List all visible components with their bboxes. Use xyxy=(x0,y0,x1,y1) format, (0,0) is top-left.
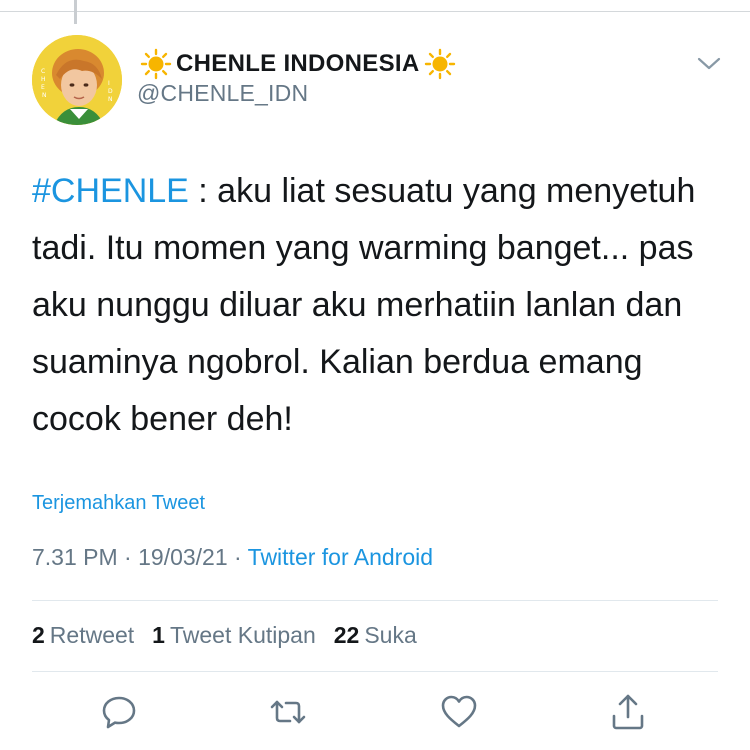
sun-icon xyxy=(424,48,455,80)
retweet-button[interactable] xyxy=(268,692,308,732)
share-icon xyxy=(612,694,644,730)
divider xyxy=(32,600,718,601)
meta-separator: · xyxy=(227,544,248,570)
divider xyxy=(32,671,718,672)
sun-icon xyxy=(140,48,172,80)
share-button[interactable] xyxy=(608,692,648,732)
avatar-image: C H E N I D N xyxy=(32,35,122,125)
retweets-count: 2 xyxy=(32,622,45,648)
likes-count: 22 xyxy=(333,622,360,648)
reply-button[interactable] xyxy=(99,692,139,732)
display-name-row[interactable]: CHENLE INDONESIA xyxy=(136,46,460,82)
display-name[interactable]: CHENLE INDONESIA xyxy=(176,50,420,78)
reply-icon xyxy=(102,696,136,729)
tweet-meta: 7.31 PM · 19/03/21 · Twitter for Android xyxy=(32,544,433,571)
quotes-stat[interactable]: 1 Tweet Kutipan xyxy=(152,622,316,649)
thread-connector-line xyxy=(74,0,77,24)
user-handle[interactable]: @CHENLE_IDN xyxy=(137,80,308,107)
meta-separator: · xyxy=(117,544,139,570)
hashtag-link[interactable]: #CHENLE xyxy=(32,172,189,210)
retweets-label: Retweet xyxy=(49,622,135,648)
svg-text:C: C xyxy=(41,68,45,75)
quotes-count: 1 xyxy=(152,622,165,648)
svg-text:N: N xyxy=(42,92,47,99)
like-button[interactable] xyxy=(439,692,479,732)
translate-tweet-link[interactable]: Terjemahkan Tweet xyxy=(32,492,205,515)
avatar[interactable]: C H E N I D N xyxy=(32,35,122,125)
tweet-date: 19/03/21 xyxy=(138,544,228,570)
chevron-down-icon[interactable] xyxy=(696,55,722,73)
top-divider xyxy=(0,11,750,12)
svg-text:D: D xyxy=(108,88,113,95)
likes-label: Suka xyxy=(364,622,417,648)
tweet-text: #CHENLE : aku liat sesuatu yang menyetuh… xyxy=(32,163,722,448)
svg-text:E: E xyxy=(41,84,45,91)
tweet-time: 7.31 PM xyxy=(32,544,118,570)
retweets-stat[interactable]: 2 Retweet xyxy=(32,622,134,649)
retweet-icon xyxy=(270,700,306,724)
svg-text:H: H xyxy=(41,76,46,83)
svg-text:N: N xyxy=(108,96,113,103)
like-icon xyxy=(441,695,477,728)
likes-stat[interactable]: 22 Suka xyxy=(334,622,417,649)
svg-text:I: I xyxy=(108,80,110,87)
tweet-stats: 2 Retweet 1 Tweet Kutipan 22 Suka xyxy=(32,622,417,649)
tweet-body: : aku liat sesuatu yang menyetuh tadi. I… xyxy=(32,172,696,438)
tweet-source-link[interactable]: Twitter for Android xyxy=(248,544,433,570)
quotes-label: Tweet Kutipan xyxy=(169,622,316,648)
